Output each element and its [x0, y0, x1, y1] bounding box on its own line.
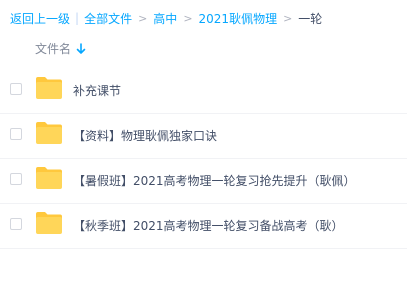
- file-name[interactable]: 补充课节: [73, 82, 121, 99]
- chevron-right-icon: >: [138, 11, 148, 25]
- folder-icon: [36, 212, 62, 234]
- breadcrumb-all-files[interactable]: 全部文件: [84, 10, 132, 27]
- file-name[interactable]: 【资料】物理耿佩独家口诀: [73, 127, 217, 144]
- list-item[interactable]: 【资料】物理耿佩独家口诀: [0, 113, 407, 159]
- file-name[interactable]: 【秋季班】2021高考物理一轮复习备战高考（耿）: [73, 217, 344, 234]
- list-item[interactable]: 【暑假班】2021高考物理一轮复习抢先提升（耿佩）: [0, 158, 407, 204]
- row-checkbox[interactable]: [10, 83, 22, 95]
- breadcrumb-level2[interactable]: 2021耿佩物理: [199, 10, 278, 27]
- breadcrumb-level1[interactable]: 高中: [153, 10, 177, 27]
- file-name[interactable]: 【暑假班】2021高考物理一轮复习抢先提升（耿佩）: [73, 172, 356, 189]
- breadcrumb-current: 一轮: [298, 11, 323, 26]
- chevron-right-icon: >: [283, 11, 293, 25]
- breadcrumb-divider: |: [75, 11, 80, 25]
- list-item[interactable]: 补充课节: [0, 68, 407, 114]
- column-header-name[interactable]: 文件名: [35, 40, 86, 57]
- file-list-header: 文件名: [0, 36, 407, 60]
- sort-down-icon[interactable]: [76, 42, 86, 55]
- row-checkbox[interactable]: [10, 128, 22, 140]
- column-header-label: 文件名: [35, 42, 72, 56]
- folder-icon: [36, 167, 62, 189]
- list-item[interactable]: 【秋季班】2021高考物理一轮复习备战高考（耿）: [0, 203, 407, 249]
- breadcrumb: 返回上一级 | 全部文件 > 高中 > 2021耿佩物理 > 一轮: [10, 9, 322, 27]
- row-checkbox[interactable]: [10, 173, 22, 185]
- folder-icon: [36, 122, 62, 144]
- back-link[interactable]: 返回上一级: [10, 10, 70, 27]
- folder-icon: [36, 77, 62, 99]
- row-checkbox[interactable]: [10, 218, 22, 230]
- chevron-right-icon: >: [183, 11, 193, 25]
